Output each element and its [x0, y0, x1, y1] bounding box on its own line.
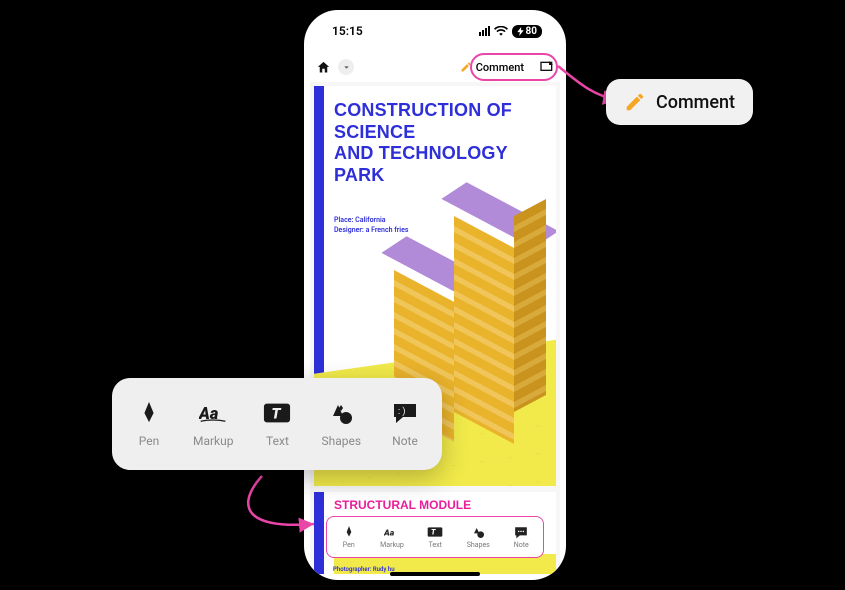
home-indicator	[390, 572, 480, 576]
markup-icon: Aa	[384, 525, 400, 539]
pencil-icon	[460, 61, 472, 73]
annotation-toolbar: Pen Aa Markup T Text Shapes Note	[326, 516, 544, 558]
svg-text:T: T	[431, 528, 436, 537]
wifi-icon	[494, 26, 508, 36]
dropdown-icon[interactable]	[338, 59, 354, 75]
tool-markup[interactable]: Aa Markup	[193, 400, 234, 448]
comment-button-label: Comment	[476, 61, 524, 74]
note-icon	[513, 525, 529, 539]
share-icon[interactable]	[538, 58, 556, 76]
tool-pen[interactable]: Pen	[341, 525, 357, 549]
home-icon[interactable]	[314, 58, 332, 76]
document-viewport[interactable]: CONSTRUCTION OF SCIENCE AND TECHNOLOGY P…	[310, 82, 560, 574]
page-meta: Place: California Designer: a French fri…	[334, 216, 408, 236]
battery-badge: 80	[512, 25, 542, 38]
comment-button[interactable]: Comment	[452, 58, 532, 77]
phone-frame: 15:15 80 Comment	[304, 10, 566, 580]
svg-text:T: T	[272, 405, 282, 423]
tool-note[interactable]: : ) Note	[391, 400, 419, 448]
tool-markup[interactable]: Aa Markup	[380, 525, 404, 549]
status-bar: 15:15 80	[304, 10, 566, 52]
tool-pen[interactable]: Pen	[135, 400, 163, 448]
tool-shapes[interactable]: Shapes	[321, 400, 361, 448]
comment-callout: Comment	[606, 79, 753, 125]
shapes-icon	[327, 400, 355, 426]
pen-icon	[135, 400, 163, 426]
note-icon: : )	[391, 400, 419, 426]
page-title: CONSTRUCTION OF SCIENCE AND TECHNOLOGY P…	[334, 100, 546, 186]
annotation-toolbar-callout: Pen Aa Markup T Text Shapes : ) Note	[112, 378, 442, 470]
pen-icon	[341, 525, 357, 539]
markup-icon: Aa	[199, 400, 227, 426]
svg-text:: ): : )	[398, 406, 406, 417]
tool-shapes[interactable]: Shapes	[467, 525, 490, 549]
svg-text:Aa: Aa	[384, 528, 395, 538]
document-page-2: STRUCTURAL MODULE Pen Aa Markup T Text S…	[314, 492, 556, 574]
top-toolbar: Comment	[304, 52, 566, 82]
text-icon: T	[427, 525, 443, 539]
pencil-icon	[624, 91, 646, 113]
tool-text[interactable]: T Text	[427, 525, 443, 549]
text-icon: T	[263, 400, 291, 426]
battery-level: 80	[526, 26, 537, 37]
tool-note[interactable]: Note	[513, 525, 529, 549]
page2-meta: Photographer: Rudy hu Manufacture: Zhong…	[333, 566, 395, 574]
page2-title: STRUCTURAL MODULE	[334, 498, 471, 512]
signal-icon	[479, 26, 490, 36]
comment-callout-label: Comment	[656, 92, 735, 113]
status-time: 15:15	[332, 24, 363, 38]
shapes-icon	[470, 525, 486, 539]
status-right: 80	[479, 25, 542, 38]
tool-text[interactable]: T Text	[263, 400, 291, 448]
